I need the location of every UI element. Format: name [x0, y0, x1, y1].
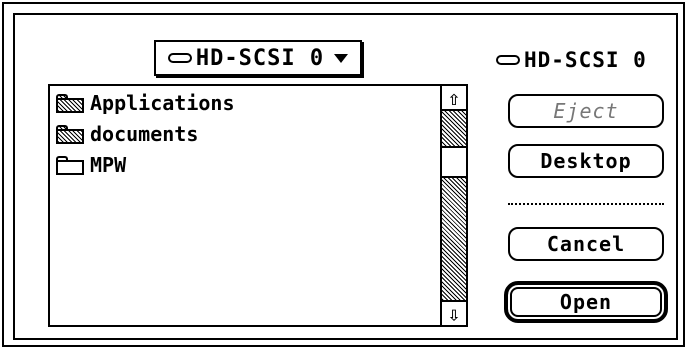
popup-label: HD-SCSI 0	[195, 45, 325, 71]
desktop-button[interactable]: Desktop	[508, 144, 664, 178]
list-item-label: MPW	[90, 153, 127, 177]
folder-gray-icon	[56, 93, 84, 113]
divider	[508, 203, 664, 205]
scroll-thumb[interactable]	[442, 146, 466, 178]
list-item-label: documents	[90, 122, 199, 146]
hard-disk-icon	[496, 55, 520, 65]
scroll-down-arrow-icon[interactable]: ⇩	[442, 300, 466, 326]
hard-disk-icon	[167, 53, 192, 63]
scroll-up-arrow-icon[interactable]: ⇧	[442, 86, 466, 111]
eject-button[interactable]: Eject	[508, 94, 664, 128]
vertical-scrollbar[interactable]: ⇧ ⇩	[440, 86, 466, 326]
list-item[interactable]: documents	[56, 121, 198, 147]
dropdown-triangle-icon	[334, 53, 349, 63]
volume-label: HD-SCSI 0	[524, 48, 647, 72]
volume-popup-menu[interactable]: HD-SCSI 0	[154, 40, 362, 76]
cancel-button[interactable]: Cancel	[508, 227, 664, 261]
current-volume: HD-SCSI 0	[496, 48, 647, 72]
folder-gray-icon	[56, 124, 84, 144]
list-item[interactable]: Applications	[56, 90, 235, 116]
folder-icon	[56, 155, 84, 175]
list-item-label: Applications	[90, 91, 235, 115]
file-list[interactable]: Applications documents MPW ⇧ ⇩	[48, 84, 468, 327]
list-item[interactable]: MPW	[56, 152, 126, 178]
open-button[interactable]: Open	[504, 281, 668, 323]
